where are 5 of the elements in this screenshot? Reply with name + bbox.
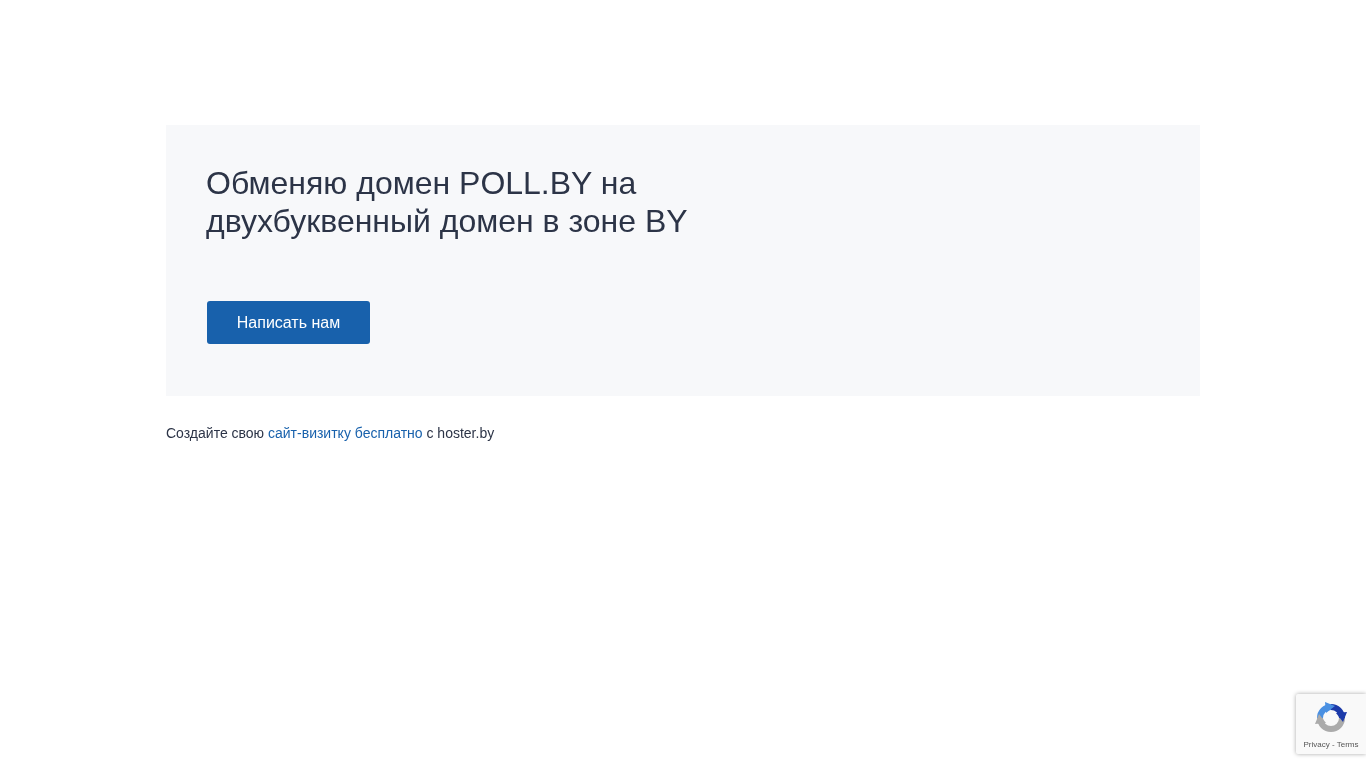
- hero-title: Обменяю домен POLL.BY на двухбуквенный домен в зоне BY: [206, 164, 689, 240]
- privacy-terms-link[interactable]: Privacy - Terms: [1303, 740, 1359, 749]
- contact-button[interactable]: Написать нам: [207, 301, 370, 344]
- free-site-link[interactable]: сайт-визитку бесплатно: [268, 425, 423, 441]
- footer-text: Создайте свою сайт-визитку бесплатно с hoster.by: [166, 424, 496, 442]
